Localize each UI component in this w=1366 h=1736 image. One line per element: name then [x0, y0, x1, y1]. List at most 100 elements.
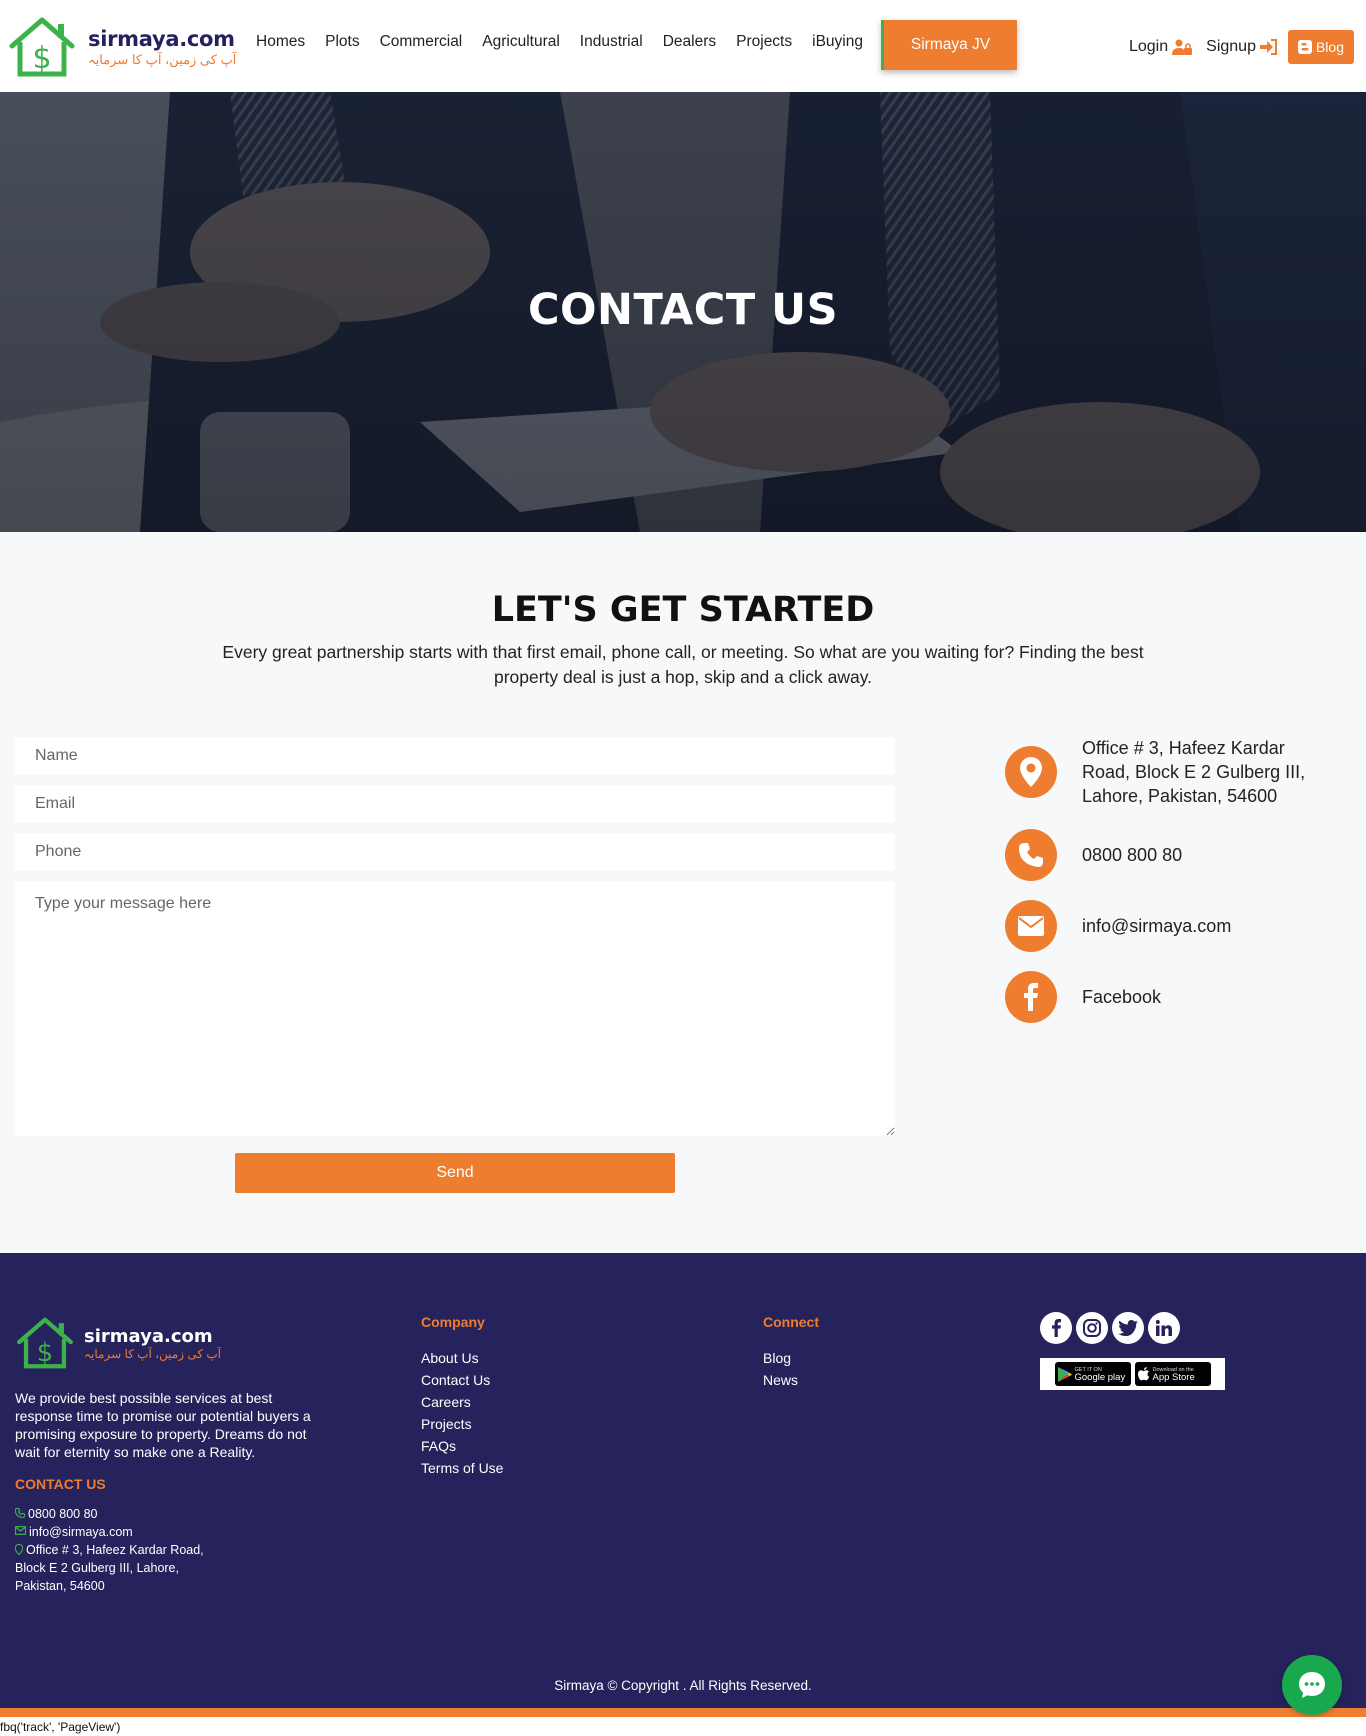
- footer-company-title: Company: [421, 1314, 485, 1330]
- house-dollar-logo-icon: $: [9, 17, 75, 77]
- footer-connect-title: Connect: [763, 1314, 819, 1330]
- footer-logo-tagline: آپ کی زمین، آپ کا سرمایہ: [84, 1346, 221, 1361]
- footer-link-faqs[interactable]: FAQs: [421, 1435, 503, 1457]
- nav-industrial[interactable]: Industrial: [580, 33, 643, 51]
- phone-text[interactable]: 0800 800 80: [1082, 843, 1332, 867]
- footer-contact-info: 0800 800 80 info@sirmaya.com Office # 3,…: [15, 1505, 204, 1595]
- instagram-icon: [1083, 1319, 1101, 1337]
- svg-text:$: $: [37, 1338, 53, 1368]
- site-header: $ sirmaya.com آپ کی زمین، آپ کا سرمایہ H…: [0, 0, 1366, 92]
- copyright-text: Sirmaya © Copyright . All Rights Reserve…: [554, 1678, 812, 1693]
- facebook-icon-circle[interactable]: [1005, 971, 1057, 1023]
- nav-homes[interactable]: Homes: [256, 33, 305, 51]
- footer-company-links: About Us Contact Us Careers Projects FAQ…: [421, 1347, 503, 1479]
- apple-icon: [1137, 1367, 1149, 1381]
- logo-tagline: آپ کی زمین، آپ کا سرمایہ: [88, 51, 237, 67]
- contact-section: LET'S GET STARTED Every great partnershi…: [0, 532, 1366, 1253]
- email-text[interactable]: info@sirmaya.com: [1082, 914, 1332, 938]
- instagram-social-button[interactable]: [1076, 1312, 1108, 1344]
- sign-in-icon: [1259, 39, 1277, 55]
- main-nav: Homes Plots Commercial Agricultural Indu…: [246, 0, 873, 88]
- footer-link-projects[interactable]: Projects: [421, 1413, 503, 1435]
- nav-ibuying[interactable]: iBuying: [812, 33, 863, 51]
- app-store-badges: GET IT ON Google play Download on the App …: [1040, 1358, 1225, 1390]
- signup-label: Signup: [1206, 38, 1256, 55]
- app-store-text: App Store: [1152, 1372, 1195, 1383]
- footer-logo[interactable]: $ sirmaya.com آپ کی زمین، آپ کا سرمایہ: [14, 1316, 221, 1370]
- envelope-icon: [15, 1526, 26, 1535]
- hero-banner: CONTACT US: [0, 92, 1366, 532]
- site-logo[interactable]: $ sirmaya.com آپ کی زمین، آپ کا سرمایہ: [6, 14, 251, 80]
- google-play-icon: [1057, 1366, 1072, 1382]
- blog-button[interactable]: Blog: [1287, 30, 1354, 64]
- footer-link-blog[interactable]: Blog: [763, 1347, 798, 1369]
- signup-link[interactable]: Signup: [1206, 38, 1278, 56]
- email-icon-circle: [1005, 900, 1057, 952]
- footer-link-contact-us[interactable]: Contact Us: [421, 1369, 503, 1391]
- site-footer: $ sirmaya.com آپ کی زمین، آپ کا سرمایہ W…: [0, 1253, 1366, 1708]
- info-phone: 0800 800 80: [1005, 829, 1332, 881]
- linkedin-social-button[interactable]: [1148, 1312, 1180, 1344]
- auth-links: Login Signup Blog: [1115, 30, 1354, 64]
- footer-address-line-1: Office # 3, Hafeez Kardar Road,: [26, 1543, 204, 1557]
- footer-address-line-2: Block E 2 Gulberg III, Lahore,: [15, 1561, 179, 1575]
- location-icon-circle: [1005, 746, 1057, 798]
- app-store-badge[interactable]: Download on the App Store: [1134, 1362, 1211, 1386]
- footer-link-careers[interactable]: Careers: [421, 1391, 503, 1413]
- phone-icon: [15, 1508, 25, 1518]
- hero-title: CONTACT US: [527, 285, 839, 335]
- map-marker-icon: [1020, 757, 1042, 787]
- svg-text:$: $: [32, 41, 51, 76]
- footer-description: We provide best possible services at bes…: [15, 1390, 311, 1460]
- google-play-badge[interactable]: GET IT ON Google play: [1054, 1362, 1131, 1386]
- twitter-social-button[interactable]: [1112, 1312, 1144, 1344]
- social-links: [1040, 1312, 1184, 1344]
- footer-link-terms[interactable]: Terms of Use: [421, 1457, 503, 1479]
- chat-bubble-icon: [1299, 1672, 1325, 1698]
- logo-name: sirmaya.com: [88, 26, 235, 51]
- blog-label: Blog: [1315, 39, 1344, 55]
- facebook-link[interactable]: Facebook: [1082, 985, 1332, 1009]
- nav-plots[interactable]: Plots: [325, 33, 359, 51]
- footer-phone[interactable]: 0800 800 80: [15, 1505, 204, 1523]
- facebook-icon: [1051, 1319, 1061, 1337]
- section-subtitle: Every great partnership starts with that…: [222, 642, 1144, 687]
- nav-agricultural[interactable]: Agricultural: [482, 33, 560, 51]
- envelope-icon: [1018, 916, 1044, 936]
- user-lock-icon: [1172, 39, 1193, 55]
- nav-sirmaya-jv-button[interactable]: Sirmaya JV: [881, 20, 1017, 70]
- name-input[interactable]: [15, 737, 895, 775]
- chat-widget-button[interactable]: [1282, 1655, 1342, 1715]
- nav-commercial[interactable]: Commercial: [380, 33, 463, 51]
- facebook-icon: [1024, 983, 1038, 1011]
- phone-icon: [1019, 843, 1043, 867]
- footer-contact-title: CONTACT US: [15, 1476, 106, 1492]
- facebook-social-button[interactable]: [1040, 1312, 1072, 1344]
- info-email: info@sirmaya.com: [1005, 900, 1332, 952]
- footer-address: Office # 3, Hafeez Kardar Road,: [15, 1541, 204, 1559]
- send-button[interactable]: Send: [235, 1153, 675, 1193]
- nav-dealers[interactable]: Dealers: [663, 33, 716, 51]
- address-text: Office # 3, Hafeez Kardar Road, Block E …: [1082, 738, 1306, 806]
- nav-projects[interactable]: Projects: [736, 33, 792, 51]
- footer-connect-links: Blog News: [763, 1347, 798, 1391]
- footer-address-line-3: Pakistan, 54600: [15, 1579, 105, 1593]
- house-dollar-logo-icon: $: [17, 1317, 73, 1369]
- bottom-accent-bar: [0, 1708, 1366, 1717]
- footer-link-news[interactable]: News: [763, 1369, 798, 1391]
- info-facebook: Facebook: [1005, 971, 1332, 1023]
- info-address: Office # 3, Hafeez Kardar Road, Block E …: [1005, 736, 1332, 808]
- footer-phone-text: 0800 800 80: [28, 1507, 98, 1521]
- google-play-text: Google play: [1074, 1372, 1126, 1383]
- message-textarea[interactable]: [15, 881, 895, 1136]
- phone-input[interactable]: [15, 833, 895, 871]
- email-input[interactable]: [15, 785, 895, 823]
- login-label: Login: [1128, 38, 1169, 55]
- tracking-debug-text: fbq('track', 'PageView'): [0, 1720, 121, 1734]
- footer-link-about-us[interactable]: About Us: [421, 1347, 503, 1369]
- phone-icon-circle: [1005, 829, 1057, 881]
- footer-email[interactable]: info@sirmaya.com: [15, 1523, 204, 1541]
- linkedin-icon: [1156, 1320, 1172, 1336]
- login-link[interactable]: Login: [1128, 38, 1193, 56]
- blogger-icon: [1297, 40, 1312, 54]
